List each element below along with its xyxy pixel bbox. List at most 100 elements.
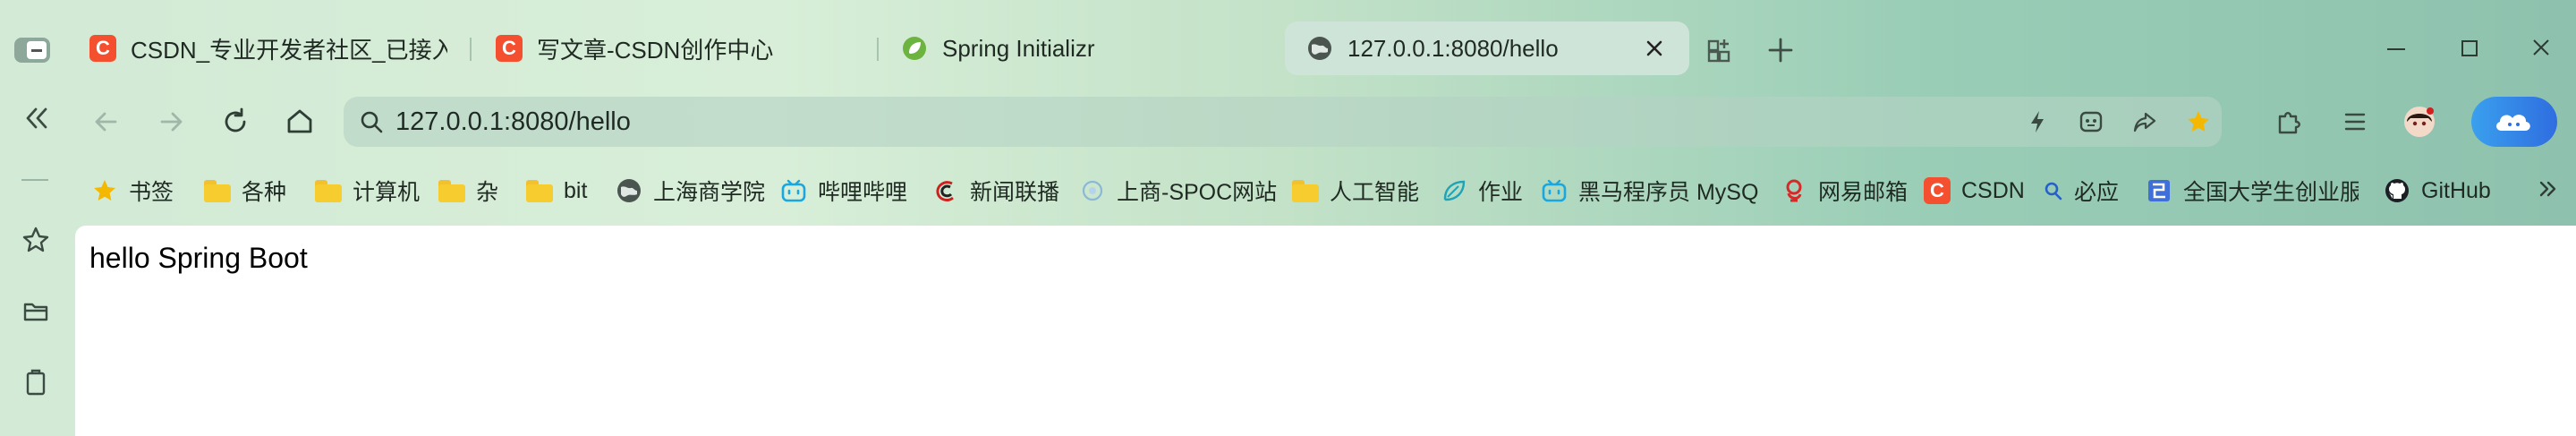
- bookmark-item[interactable]: 新闻联播: [932, 174, 1059, 208]
- sidebar-toggle-button[interactable]: [14, 34, 54, 66]
- bookmark-item[interactable]: C CSDN: [1924, 174, 2025, 208]
- tab-label: CSDN_专业开发者社区_已接入D: [131, 36, 447, 64]
- reader-mode-icon[interactable]: [2078, 108, 2104, 135]
- globe-icon: [616, 177, 642, 204]
- cctv-icon: [932, 177, 959, 204]
- new-tab-button[interactable]: [1764, 34, 1797, 66]
- close-tab-icon[interactable]: [1641, 35, 1668, 62]
- bookmark-item[interactable]: 作业: [1441, 174, 1523, 208]
- bookmark-label: 书签: [129, 180, 174, 205]
- maximize-icon: [2461, 40, 2478, 56]
- maximize-button[interactable]: [2452, 36, 2487, 63]
- bookmark-folder[interactable]: 人工智能: [1292, 174, 1419, 208]
- address-bar[interactable]: 127.0.0.1:8080/hello: [344, 97, 2222, 147]
- plus-icon: [1768, 38, 1793, 63]
- cloud-sync-button[interactable]: [2471, 97, 2557, 147]
- star-icon: [91, 177, 118, 204]
- leaf-icon: [1441, 177, 1467, 204]
- bilibili-icon: [780, 177, 807, 204]
- list-icon: [2344, 113, 2366, 131]
- bookmark-item[interactable]: 哔哩哔哩: [780, 174, 907, 208]
- tab-csdn-editor[interactable]: C 写文章-CSDN创作中心: [496, 21, 854, 75]
- bookmark-label: 计算机: [353, 180, 421, 205]
- bookmark-folder[interactable]: 杂: [438, 174, 498, 208]
- tab-strip: C CSDN_专业开发者社区_已接入D C 写文章-CSDN创作中心 Sprin…: [0, 0, 2576, 93]
- tab-spring-initializr[interactable]: Spring Initializr: [901, 21, 1259, 75]
- spoc-icon: [1079, 177, 1106, 204]
- collapse-panel-button[interactable]: [18, 100, 54, 136]
- minimize-icon: [2387, 48, 2405, 50]
- reload-icon: [225, 107, 246, 133]
- lightning-icon[interactable]: [2024, 108, 2051, 135]
- search-icon: [2044, 177, 2063, 204]
- bookmark-item[interactable]: 书签: [91, 174, 174, 208]
- folder-icon: [438, 177, 465, 204]
- forward-button[interactable]: [152, 103, 190, 141]
- bookmark-label: 全国大学生创业服: [2183, 180, 2359, 205]
- menu-button[interactable]: [2339, 106, 2371, 138]
- favorites-panel-button[interactable]: [18, 222, 54, 258]
- double-chevron-right-icon: [2539, 181, 2556, 197]
- bookmark-label: 新闻联播: [970, 180, 1060, 205]
- folder-icon: [315, 177, 342, 204]
- csdn-icon: C: [89, 35, 116, 62]
- bookmark-item[interactable]: 网易邮箱: [1781, 174, 1908, 208]
- bookmark-item[interactable]: 黑马程序员 MySQ: [1541, 174, 1768, 208]
- tab-csdn-home[interactable]: C CSDN_专业开发者社区_已接入D: [89, 21, 447, 75]
- bookmark-label: CSDN: [1961, 177, 2025, 203]
- tab-groups-icon: [1707, 39, 1730, 63]
- bookmark-label: 上商-SPOC网站: [1117, 180, 1278, 205]
- square-logo-icon: [2146, 177, 2172, 204]
- close-window-button[interactable]: [2523, 36, 2559, 63]
- sidebar-toggle-icon: [14, 38, 50, 63]
- minimize-button[interactable]: [2378, 36, 2414, 63]
- globe-icon: [1306, 35, 1333, 62]
- more-bookmarks-button[interactable]: [2534, 175, 2561, 202]
- folder-icon: [1292, 177, 1319, 204]
- bookmark-label: 上海商学院: [653, 180, 766, 205]
- url-text[interactable]: 127.0.0.1:8080/hello: [395, 97, 631, 147]
- back-button[interactable]: [88, 103, 125, 141]
- bookmark-label: GitHub: [2421, 177, 2491, 203]
- csdn-icon: C: [1924, 177, 1951, 204]
- search-icon: [358, 108, 385, 135]
- tab-groups-button[interactable]: [1704, 34, 1736, 66]
- extensions-button[interactable]: [2273, 106, 2305, 138]
- bookmark-folder[interactable]: 计算机: [315, 174, 420, 208]
- tab-label: 127.0.0.1:8080/hello: [1348, 34, 1559, 62]
- home-icon: [287, 109, 312, 133]
- bookmark-item[interactable]: 必应: [2044, 174, 2119, 208]
- home-button[interactable]: [281, 103, 319, 141]
- collections-panel-button[interactable]: [18, 294, 54, 329]
- profile-button[interactable]: [2403, 106, 2436, 138]
- share-icon[interactable]: [2131, 108, 2158, 135]
- bookmark-label: bit: [564, 177, 588, 203]
- reload-button[interactable]: [217, 103, 254, 141]
- bookmark-label: 必应: [2074, 180, 2120, 205]
- bookmark-folder[interactable]: bit: [526, 174, 587, 208]
- bookmark-item[interactable]: 上海商学院: [616, 174, 765, 208]
- tab-localhost-hello[interactable]: 127.0.0.1:8080/hello: [1285, 21, 1689, 75]
- folder-outline-icon: [23, 303, 48, 321]
- bookmark-label: 杂: [476, 180, 499, 205]
- close-icon: [2533, 39, 2549, 56]
- arrow-right-icon: [160, 112, 183, 132]
- star-outline-icon: [22, 227, 49, 252]
- tab-separator: [470, 38, 472, 61]
- page-body-text: hello Spring Boot: [89, 242, 308, 274]
- bookmark-item[interactable]: GitHub: [2384, 174, 2491, 208]
- clipboard-panel-button[interactable]: [18, 365, 54, 401]
- bookmark-label: 网易邮箱: [1818, 180, 1909, 205]
- bookmark-label: 各种: [242, 180, 287, 205]
- folder-icon: [204, 177, 231, 204]
- page-content: hello Spring Boot: [75, 226, 2576, 436]
- bookmark-item[interactable]: 全国大学生创业服: [2146, 174, 2359, 208]
- bookmark-star-icon[interactable]: [2185, 108, 2212, 135]
- csdn-icon: C: [496, 35, 523, 62]
- bookmark-folder[interactable]: 各种: [204, 174, 286, 208]
- cloud-icon: [2496, 115, 2530, 131]
- bookmark-label: 黑马程序员 MySQ: [1578, 180, 1759, 205]
- arrow-left-icon: [95, 112, 117, 132]
- bookmark-item[interactable]: 上商-SPOC网站: [1079, 174, 1277, 208]
- tab-separator: [877, 38, 879, 61]
